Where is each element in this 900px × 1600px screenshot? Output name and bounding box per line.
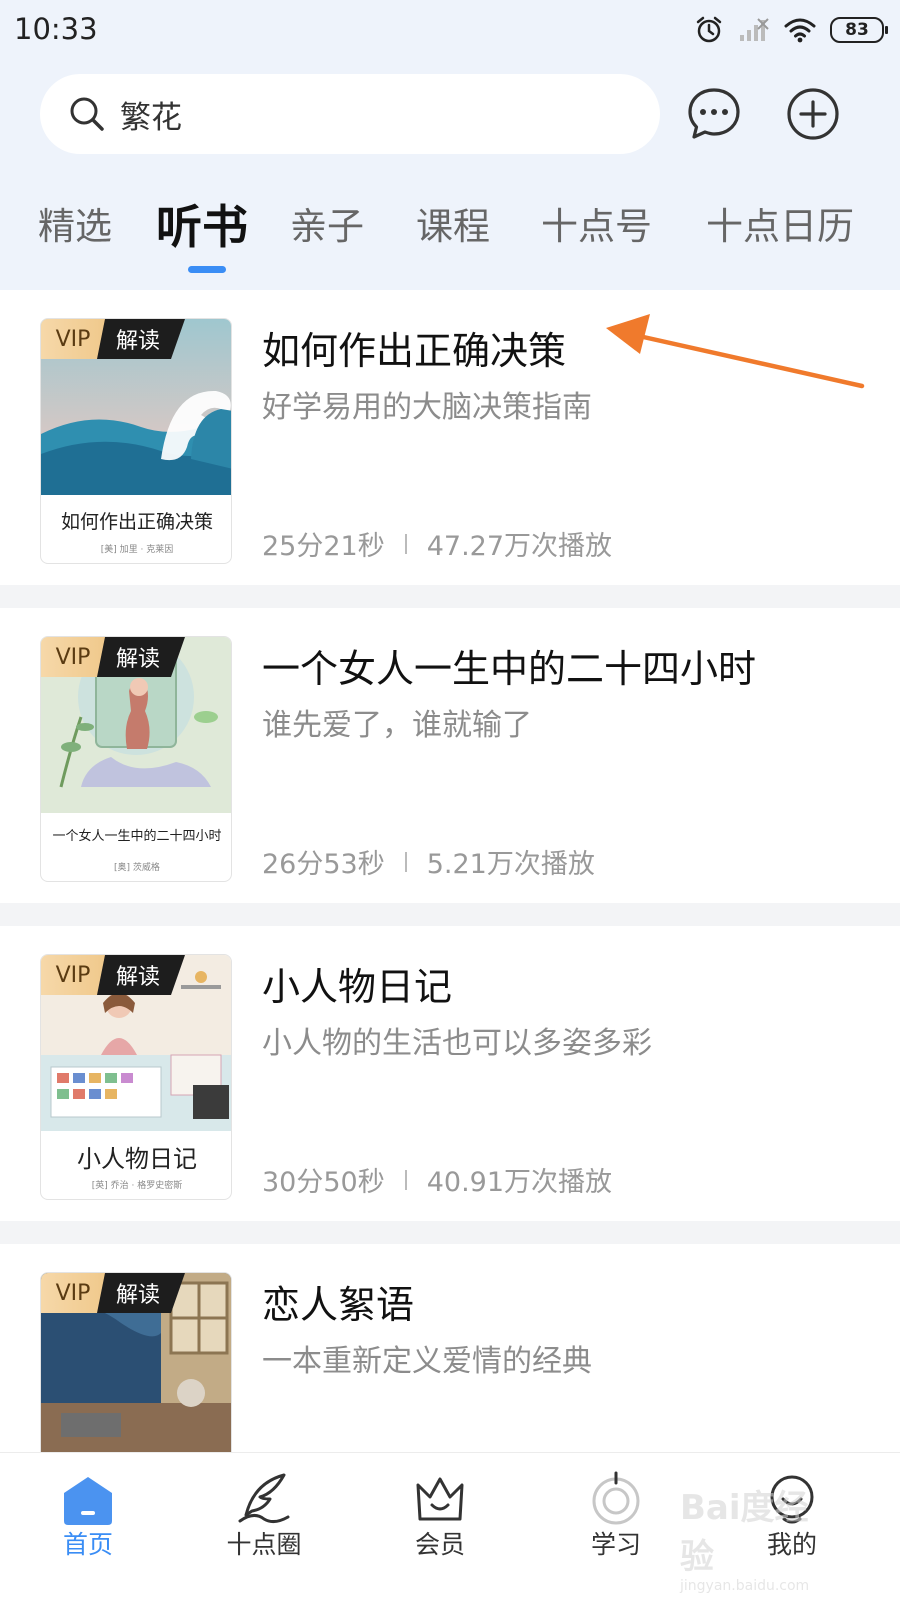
tab-parenting[interactable]: 亲子 [290,196,364,250]
status-bar: 10:33 83 [0,0,900,64]
nav-home[interactable]: 首页 [8,1453,168,1600]
book-duration: 30分50秒 [262,1167,385,1198]
header: 10:33 83 繁花 精选 听书 亲子 课程 十点号 十点日历 [0,0,900,290]
book-subtitle: 一本重新定义爱情的经典 [262,1344,592,1379]
cover-author: [奥] 茨威格 [114,863,160,873]
message-icon[interactable] [686,86,742,142]
book-subtitle: 好学易用的大脑决策指南 [262,390,592,425]
vip-badge: VIP 解读 [41,1273,185,1313]
interpretation-label: 解读 [97,637,185,677]
cover-title: 小人物日记 [77,1145,197,1173]
book-title: 一个女人一生中的二十四小时 [262,647,757,691]
status-icons: 83 [694,12,888,48]
add-icon[interactable] [785,86,841,142]
book-plays: 40.91万次播放 [426,1167,613,1198]
watermark-text: Bai度经验 [680,1488,809,1577]
book-meta: 25分21秒 47.27万次播放 [262,524,612,563]
book-cover: VIP 解读 小人物日记 [英] 乔治 · 格罗史密斯 [40,954,232,1200]
tab-shidian-channel[interactable]: 十点号 [541,196,652,250]
battery-indicator: 83 [830,17,888,43]
book-duration: 26分53秒 [262,849,385,880]
interpretation-label: 解读 [97,955,185,995]
vip-label: VIP [41,1273,105,1313]
book-meta: 26分53秒 5.21万次播放 [262,842,595,881]
tab-audiobook[interactable]: 听书 [156,191,248,257]
book-title: 恋人絮语 [262,1283,415,1327]
nav-member[interactable]: 会员 [360,1453,520,1600]
cover-title: 如何作出正确决策 [60,511,213,533]
interpretation-label: 解读 [97,319,185,359]
vip-badge: VIP 解读 [41,637,185,677]
wifi-icon [784,18,816,43]
book-plays: 5.21万次播放 [426,849,595,880]
signal-icon [740,18,769,41]
book-subtitle: 小人物的生活也可以多姿多彩 [262,1026,652,1061]
vip-label: VIP [41,637,105,677]
tab-active-indicator [188,266,226,273]
book-cover: VIP 解读 如何作出正确决策 [美] 加里 · 克莱因 [40,318,232,564]
vip-label: VIP [41,319,105,359]
alarm-icon [696,16,722,43]
book-meta: 30分50秒 40.91万次播放 [262,1160,612,1199]
meta-divider [404,1169,407,1190]
nav-circle-label: 十点圈 [226,1530,302,1559]
search-input[interactable]: 繁花 [40,74,660,154]
book-title: 如何作出正确决策 [262,329,567,373]
tab-calendar[interactable]: 十点日历 [706,196,854,250]
nav-member-label: 会员 [414,1530,465,1559]
nav-study[interactable]: 学习 [536,1453,696,1600]
book-cover: VIP 解读 [40,1272,232,1462]
cover-author: [美] 加里 · 克莱因 [100,545,174,555]
category-tabs: 精选 听书 亲子 课程 十点号 十点日历 [0,196,900,256]
annotation-arrow [606,314,865,389]
nav-home-label: 首页 [62,1530,113,1559]
meta-divider [404,851,407,872]
nav-circle[interactable]: 十点圈 [184,1453,344,1600]
quill-icon [238,1473,290,1524]
vip-badge: VIP 解读 [41,319,185,359]
vip-badge: VIP 解读 [41,955,185,995]
baidu-watermark: Bai度经验 jingyan.baidu.com [680,1480,840,1594]
interpretation-label: 解读 [97,1273,185,1313]
book-card[interactable]: VIP 解读 一个女人一生中的二十四小时 [奥] 茨威格 一个女人一生中的二十四… [0,608,900,903]
book-subtitle: 谁先爱了，谁就输了 [262,708,532,743]
book-card[interactable]: VIP 解读 小人物日记 [英] 乔治 · 格罗史密斯 小人物日记 小人物的生活… [0,926,900,1221]
study-icon [592,1471,640,1525]
tab-featured[interactable]: 精选 [38,196,112,250]
meta-divider [404,533,407,554]
home-icon [64,1477,112,1525]
cover-title: 一个女人一生中的二十四小时 [52,829,222,844]
book-plays: 47.27万次播放 [426,531,613,562]
crown-icon [416,1477,464,1521]
vip-label: VIP [41,955,105,995]
book-cover: VIP 解读 一个女人一生中的二十四小时 [奥] 茨威格 [40,636,232,882]
watermark-sub: jingyan.baidu.com [680,1578,810,1594]
cover-author: [英] 乔治 · 格罗史密斯 [91,1181,183,1191]
book-duration: 25分21秒 [262,531,385,562]
search-query: 繁花 [120,99,182,136]
book-title: 小人物日记 [262,965,453,1009]
nav-study-label: 学习 [590,1530,641,1559]
book-card[interactable]: VIP 解读 恋人絮语 一本重新定义爱情的经典 [0,1244,900,1462]
status-time: 10:33 [14,12,98,46]
tab-courses[interactable]: 课程 [416,196,490,250]
search-icon [70,97,104,131]
